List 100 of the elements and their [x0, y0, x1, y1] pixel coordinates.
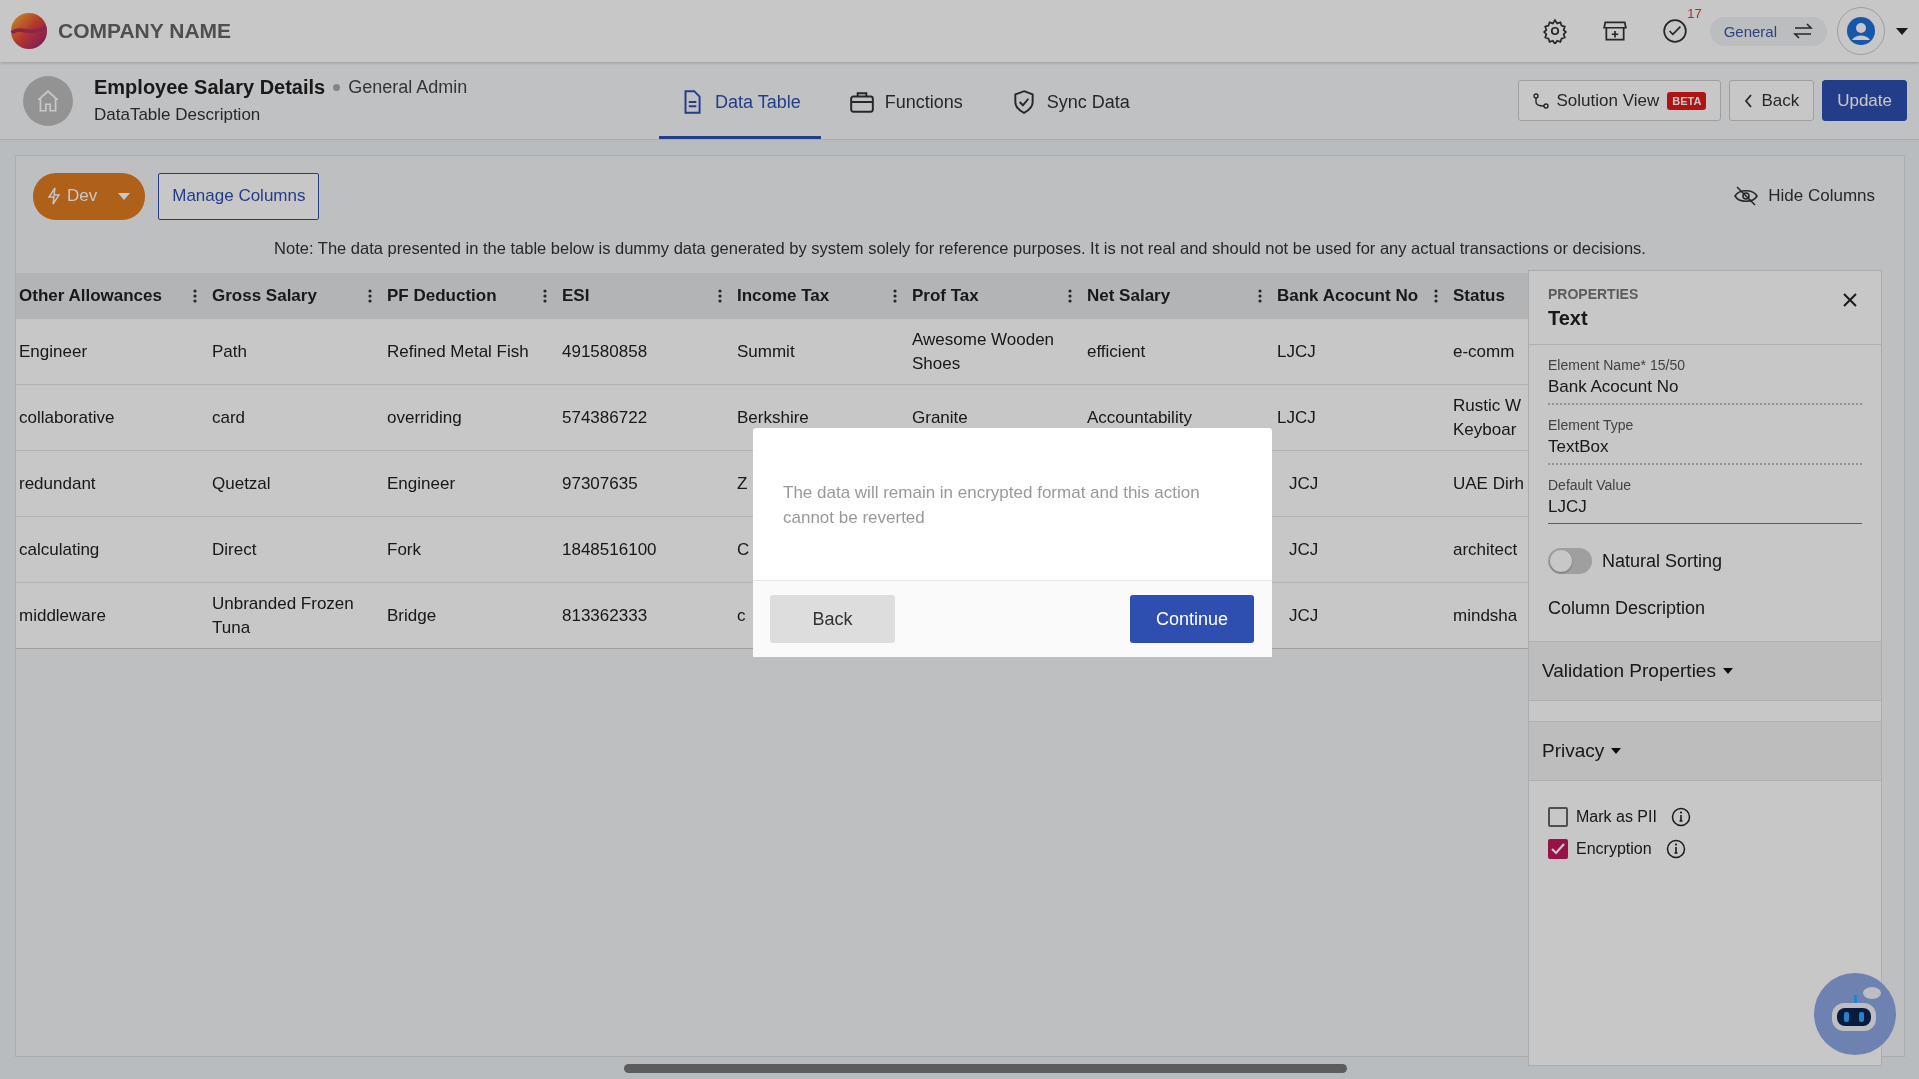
notification-count: 17: [1687, 6, 1702, 21]
table-cell-text: LJCJ: [1276, 406, 1317, 429]
manage-columns-button[interactable]: Manage Columns: [158, 172, 320, 220]
section-header[interactable]: Privacy: [1529, 721, 1881, 781]
kebab-menu-icon[interactable]: [193, 288, 197, 303]
table-cell-text: Rustic W Keyboar: [1452, 394, 1521, 441]
column-header[interactable]: Gross Salary: [209, 285, 384, 306]
panel-title: Text: [1548, 307, 1589, 330]
checkbox[interactable]: [1548, 839, 1568, 859]
panel-heading: PROPERTIES: [1548, 286, 1639, 302]
table-cell-text: LJCJ: [1276, 340, 1317, 363]
update-button[interactable]: Update: [1822, 80, 1907, 121]
workspace-switcher[interactable]: General: [1709, 16, 1827, 46]
close-icon[interactable]: [1843, 293, 1857, 307]
table-cell-text: Z: [736, 472, 749, 495]
column-description-label: Column Description: [1548, 598, 1707, 619]
eye-slash-icon: [1734, 186, 1759, 206]
kebab-menu-icon[interactable]: [1068, 288, 1072, 303]
column-header[interactable]: Prof Tax: [909, 285, 1084, 306]
column-header[interactable]: Other Allowances: [16, 285, 209, 306]
kebab-menu-icon[interactable]: [368, 288, 372, 303]
table-cell-text: c: [736, 604, 747, 627]
user-avatar[interactable]: [1837, 7, 1885, 55]
kebab-menu-icon[interactable]: [543, 288, 547, 303]
column-header[interactable]: Status: [1450, 285, 1528, 306]
input-field[interactable]: Bank Acocunt No: [1548, 373, 1862, 405]
column-header[interactable]: PF Deduction: [384, 285, 559, 306]
lightning-icon: [47, 187, 61, 205]
column-header[interactable]: Bank Acocunt No: [1274, 285, 1450, 306]
table-cell-text: JCJ: [1288, 538, 1320, 561]
settings-icon[interactable]: [1541, 18, 1568, 44]
info-icon[interactable]: [1670, 807, 1691, 827]
table-cell-text: collaborative: [18, 406, 116, 429]
back-button[interactable]: Back: [770, 595, 895, 643]
table-cell-text: 491580858: [561, 340, 649, 363]
field-label: Element Name* 15/50: [1548, 357, 1686, 373]
table-cell-text: Quetzal: [211, 472, 272, 495]
table-cell-text: Bridge: [386, 604, 438, 627]
table-cell-text: Awesome Wooden Shoes: [911, 328, 1056, 375]
table-cell-text: 813362333: [561, 604, 649, 627]
tab[interactable]: Data Table: [659, 62, 821, 139]
table-cell-text: e-comm: [1452, 340, 1515, 363]
store-icon[interactable]: [1601, 18, 1628, 44]
table-cell-text: mindsha: [1452, 604, 1518, 627]
input-field[interactable]: TextBox: [1548, 433, 1862, 465]
kebab-menu-icon[interactable]: [1434, 288, 1438, 303]
field-label: Element Type: [1548, 417, 1635, 433]
table-cell-text: middleware: [18, 604, 107, 627]
table-cell-text: 1848516100: [561, 538, 658, 561]
user-icon: [1846, 16, 1876, 46]
column-header[interactable]: Net Salary: [1084, 285, 1274, 306]
table-cell-text: UAE Dirh: [1452, 472, 1524, 495]
dialog-message: The data will remain in encrypted format and this action cannot be reverted: [782, 482, 1201, 529]
checkbox-label: Mark as PII: [1576, 808, 1657, 826]
toggle-switch[interactable]: [1548, 548, 1592, 574]
role-label: General Admin: [348, 77, 468, 98]
scrollbar[interactable]: [624, 1064, 1347, 1073]
continue-button[interactable]: Continue: [1130, 595, 1254, 643]
table-cell-text: efficient: [1086, 340, 1147, 363]
caret-icon: [1721, 667, 1734, 675]
checkbox-label: Encryption: [1576, 840, 1652, 858]
chevron-left-icon: [1744, 93, 1754, 108]
hide-columns-button[interactable]: Hide Columns: [1728, 185, 1881, 207]
table-cell-text: 574386722: [561, 406, 649, 429]
table-cell-text: calculating: [18, 538, 101, 561]
kebab-menu-icon[interactable]: [718, 288, 722, 303]
table-cell-text: redundant: [18, 472, 97, 495]
table-cell-text: JCJ: [1288, 472, 1320, 495]
toggle-label: Natural Sorting: [1602, 550, 1723, 572]
caret-icon: [1610, 747, 1623, 755]
caret-icon[interactable]: [1895, 26, 1909, 36]
check-circle-icon[interactable]: [1661, 18, 1688, 44]
kebab-menu-icon[interactable]: [1258, 288, 1262, 303]
table-cell-text: Refined Metal Fish: [386, 340, 530, 363]
column-header[interactable]: Income Tax: [734, 285, 909, 306]
tab[interactable]: Sync Data: [990, 62, 1150, 139]
table-cell-text: Granite: [911, 406, 969, 429]
table-cell-text: Path: [211, 340, 248, 363]
table-cell-text: 97307635: [561, 472, 639, 495]
checkbox[interactable]: [1548, 807, 1568, 827]
column-header[interactable]: ESI: [559, 285, 734, 306]
tab[interactable]: Functions: [828, 62, 983, 139]
table-cell-text: Unbranded Frozen Tuna: [211, 592, 355, 639]
separator-dot: [333, 84, 341, 91]
kebab-menu-icon[interactable]: [893, 288, 897, 303]
back-button[interactable]: Back: [1729, 80, 1815, 121]
table-cell-text: overriding: [386, 406, 463, 429]
input-field[interactable]: LJCJ: [1548, 493, 1862, 524]
table-cell-text: JCJ: [1288, 604, 1320, 627]
section-header[interactable]: Validation Properties: [1529, 641, 1881, 701]
info-icon[interactable]: [1665, 839, 1686, 859]
field-label: Default Value: [1548, 477, 1632, 493]
solution-view-button[interactable]: Solution View BETA: [1517, 80, 1722, 121]
table-cell-text: Fork: [386, 538, 422, 561]
note-text: Note: The data presented in the table below is dummy data generated by system solely for reference purposes. It is not real and should not be used for any actual transactions or decisions.: [273, 238, 1647, 259]
table-cell-text: C: [736, 538, 751, 561]
logo-icon: [10, 12, 48, 50]
chatbot-icon[interactable]: [1814, 973, 1896, 1055]
table-cell-text: Summit: [736, 340, 796, 363]
table-cell-text: Accountability: [1086, 406, 1193, 429]
